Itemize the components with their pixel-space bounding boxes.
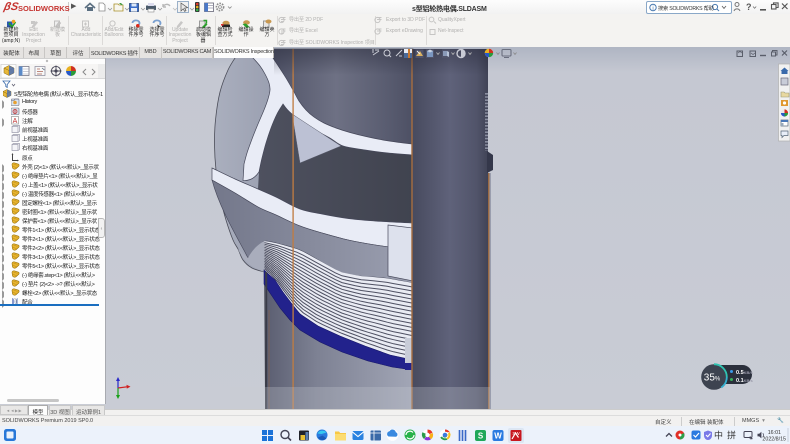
svg-text:中: 中 [714, 430, 723, 441]
svg-text:2022/8/15: 2022/8/15 [762, 437, 786, 443]
svg-text:拼: 拼 [727, 430, 736, 441]
svg-text:S: S [478, 432, 484, 441]
svg-text:A: A [13, 118, 18, 125]
svg-text:W: W [494, 432, 502, 441]
svg-text:SW: SW [512, 431, 520, 436]
svg-text:i: i [652, 6, 653, 12]
svg-text:?: ? [746, 2, 752, 12]
svg-text:16:01: 16:01 [768, 430, 781, 436]
